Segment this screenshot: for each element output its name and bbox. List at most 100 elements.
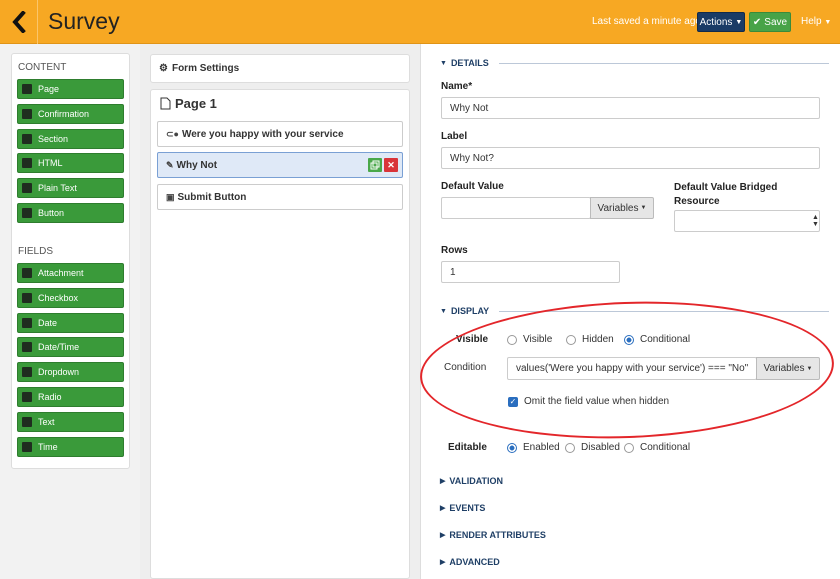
copy-field-button[interactable] [368, 158, 382, 172]
editable-option-conditional[interactable]: Conditional [624, 442, 690, 453]
calendar-clock-icon [22, 342, 32, 353]
palette-item-label: Text [38, 416, 55, 427]
palette-item-html[interactable]: HTML [17, 153, 124, 174]
header-divider [37, 0, 38, 44]
palette-item-label: Time [38, 441, 58, 452]
bridged-resource-select[interactable] [674, 210, 820, 232]
name-label: Name* [441, 81, 473, 92]
delete-field-button[interactable]: ✕ [384, 158, 398, 172]
default-value-label: Default Value [441, 181, 504, 192]
editable-option-enabled[interactable]: Enabled [507, 442, 560, 453]
radio-label: Disabled [581, 442, 620, 453]
palette-item-section[interactable]: Section [17, 128, 124, 149]
back-button[interactable] [4, 4, 34, 40]
paperclip-icon [22, 268, 32, 278]
default-value-field[interactable] [441, 197, 591, 219]
form-field-why-not[interactable]: ✎ Why Not [157, 152, 403, 178]
palette-item-label: Checkbox [38, 292, 79, 303]
form-field-label: Why Not [176, 159, 218, 171]
editable-option-disabled[interactable]: Disabled [565, 442, 620, 453]
palette-item-label: Plain Text [38, 183, 77, 194]
palette-item-button[interactable]: Button [17, 203, 124, 223]
default-value-variables-button[interactable]: Variables ▼ [590, 197, 654, 219]
palette-item-label: Page [38, 84, 60, 94]
label-label: Label [441, 131, 468, 142]
palette-item-page[interactable]: Page [17, 79, 124, 99]
palette-item-confirmation[interactable]: Confirmation [17, 103, 124, 124]
section-icon [22, 133, 32, 144]
radio-icon [624, 442, 634, 453]
form-settings-label: Form Settings [171, 63, 240, 74]
section-advanced[interactable]: ▶ ADVANCED [440, 557, 500, 567]
palette-item-radio[interactable]: Radio [17, 387, 124, 407]
label-field[interactable]: Why Not? [441, 147, 820, 169]
caret-down-icon: ▼ [440, 59, 447, 67]
rows-label: Rows [441, 245, 468, 256]
save-label: Save [764, 16, 788, 28]
last-saved-status: Last saved a minute ago [592, 16, 701, 27]
actions-label: Actions [699, 16, 733, 28]
file-icon [22, 84, 32, 94]
palette-item-plain-text[interactable]: Plain Text [17, 178, 124, 199]
fields-heading: FIELDS [18, 246, 54, 257]
play-icon: ▣ [166, 191, 175, 202]
checkbox-icon [22, 292, 32, 303]
save-button[interactable]: ✔ Save [749, 12, 791, 32]
palette-item-label: HTML [38, 158, 63, 169]
palette-item-dropdown[interactable]: Dropdown [17, 362, 124, 383]
text-icon [22, 183, 32, 194]
help-menu[interactable]: Help ▼ [801, 16, 831, 27]
radio-icon [22, 392, 32, 402]
radio-icon [565, 442, 575, 453]
palette-item-label: Confirmation [38, 108, 90, 119]
palette-item-label: Dropdown [38, 367, 80, 378]
help-label: Help [801, 16, 822, 27]
page-title: Survey [48, 8, 120, 34]
palette-item-date[interactable]: Date [17, 312, 124, 333]
palette-item-label: Button [38, 208, 65, 218]
caret-right-icon: ▶ [440, 559, 446, 566]
confirmation-icon [22, 108, 32, 119]
page-heading[interactable]: Page 1 [160, 96, 217, 111]
caret-down-icon: ▼ [640, 205, 647, 211]
section-details-label: DETAILS [450, 58, 489, 68]
calendar-icon [22, 317, 32, 328]
form-field-label: Were you happy with your service [181, 128, 344, 140]
caret-right-icon: ▶ [440, 532, 446, 539]
caret-down-icon: ▼ [824, 19, 832, 26]
check-icon: ✔ [752, 16, 762, 28]
form-field-happy[interactable]: ⊂● Were you happy with your service [157, 121, 403, 147]
palette-item-time[interactable]: Time [17, 436, 124, 457]
top-bar: Survey Last saved a minute ago Actions ▼ … [0, 0, 840, 44]
section-validation-label: VALIDATION [449, 476, 504, 486]
gear-icon: ⚙ [159, 63, 168, 74]
section-display-label: DISPLAY [450, 306, 490, 316]
list-icon [22, 367, 32, 378]
section-advanced-label: ADVANCED [449, 557, 500, 567]
play-icon [22, 208, 32, 218]
bridged-resource-label: Default Value Bridged Resource [674, 182, 778, 207]
section-render-attributes-label: RENDER ATTRIBUTES [449, 530, 546, 540]
actions-button[interactable]: Actions ▼ [697, 12, 745, 32]
file-icon [160, 97, 171, 110]
palette-item-label: Radio [38, 392, 62, 402]
pencil-icon [22, 416, 32, 427]
palette-item-date-time[interactable]: Date/Time [17, 337, 124, 358]
palette-item-text[interactable]: Text [17, 411, 124, 432]
radio-label: Conditional [640, 442, 691, 453]
page-title-label: Page 1 [175, 96, 217, 111]
palette-item-attachment[interactable]: Attachment [17, 263, 124, 283]
form-field-submit[interactable]: ▣ Submit Button [157, 184, 403, 210]
name-field[interactable]: Why Not [441, 97, 820, 119]
caret-right-icon: ▶ [440, 505, 446, 512]
section-validation[interactable]: ▶ VALIDATION [440, 476, 503, 486]
section-render-attributes[interactable]: ▶ RENDER ATTRIBUTES [440, 530, 546, 540]
palette-item-checkbox[interactable]: Checkbox [17, 287, 124, 308]
rows-field[interactable]: 1 [441, 261, 620, 283]
section-events[interactable]: ▶ EVENTS [440, 503, 485, 513]
form-settings-button[interactable]: ⚙ Form Settings [150, 54, 410, 83]
caret-down-icon: ▼ [735, 18, 743, 26]
html-icon [22, 158, 32, 169]
clock-icon [22, 441, 32, 452]
section-details[interactable]: ▼ DETAILS [440, 58, 829, 68]
